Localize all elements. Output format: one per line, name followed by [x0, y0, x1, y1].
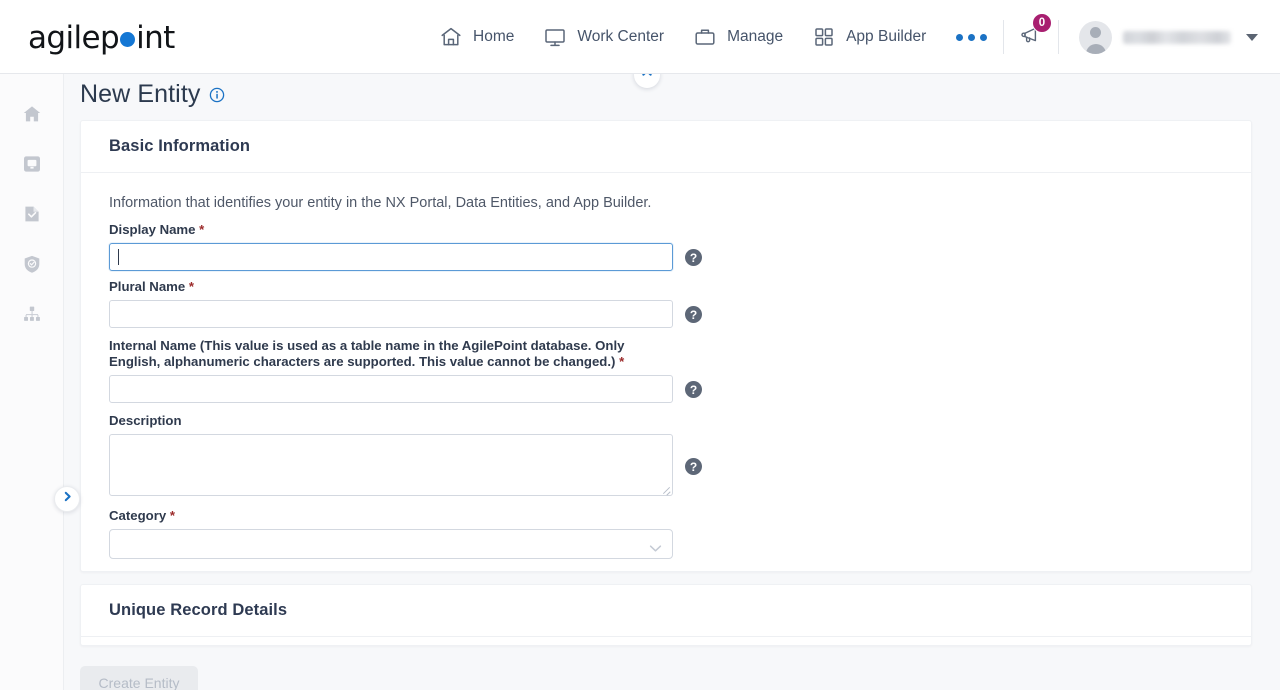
description-textarea-wrap [109, 434, 673, 496]
internal-name-required-mark: * [619, 354, 625, 369]
primary-nav: Home Work Center Manage App Builder [424, 0, 1003, 74]
document-check-icon [21, 203, 43, 225]
field-category: Category * [109, 508, 1223, 559]
category-dropdown[interactable] [109, 529, 673, 559]
announcements-button[interactable]: 0 [1004, 0, 1058, 74]
display-name-help-icon[interactable]: ? [685, 249, 702, 266]
logo-text: agilep int [28, 20, 175, 56]
unique-record-details-title: Unique Record Details [109, 601, 288, 619]
chevron-right-icon [61, 490, 74, 508]
shield-check-icon [21, 253, 43, 275]
unique-record-details-header[interactable]: Unique Record Details [81, 585, 1251, 637]
left-sidebar [0, 74, 80, 690]
nav-item-app-builder[interactable]: App Builder [797, 0, 940, 74]
home-icon [438, 24, 464, 50]
avatar [1079, 20, 1112, 54]
internal-name-label: Internal Name (This value is used as a t… [109, 338, 669, 370]
category-label: Category * [109, 508, 669, 524]
header-collapse-button[interactable] [634, 74, 660, 88]
field-internal-name: Internal Name (This value is used as a t… [109, 338, 1223, 403]
internal-name-help-icon[interactable]: ? [685, 381, 702, 398]
grid-icon [811, 24, 837, 50]
display-name-label: Display Name * [109, 222, 669, 238]
nav-item-home-label: Home [473, 28, 515, 45]
home-icon [21, 103, 43, 125]
text-cursor-icon [118, 249, 119, 265]
nav-item-manage[interactable]: Manage [678, 0, 797, 74]
field-display-name: Display Name * ? [109, 222, 1223, 271]
more-dot-1-icon [956, 33, 964, 41]
display-name-input-wrap [109, 243, 673, 271]
basic-information-card: Basic Information Information that ident… [80, 120, 1252, 572]
header-right-cluster: 0 [1003, 0, 1280, 74]
logo-text-second: int [136, 20, 175, 56]
agilepoint-logo[interactable]: agilep int [28, 18, 175, 58]
monitor-icon [21, 153, 43, 175]
display-name-label-text: Display Name [109, 222, 196, 237]
sidebar-item-home[interactable] [0, 89, 64, 139]
internal-name-input[interactable] [109, 375, 673, 403]
description-help-icon[interactable]: ? [685, 458, 702, 475]
sitemap-icon [21, 303, 43, 325]
more-dot-3-icon [980, 33, 988, 41]
nav-item-home[interactable]: Home [424, 0, 528, 74]
plural-name-help-icon[interactable]: ? [685, 306, 702, 323]
sidebar-item-org[interactable] [0, 289, 64, 339]
field-description: Description ? [109, 413, 1223, 496]
top-navigation-bar: agilep int Home Work Center Manage App B… [0, 0, 1280, 74]
logo-dot-icon [120, 32, 136, 47]
nav-item-app-builder-label: App Builder [846, 28, 927, 45]
basic-information-body: Information that identifies your entity … [81, 173, 1251, 559]
field-plural-name: Plural Name * ? [109, 279, 1223, 328]
user-menu[interactable] [1059, 0, 1280, 74]
sidebar-item-tasks[interactable] [0, 189, 64, 239]
plural-name-required-mark: * [188, 279, 195, 294]
description-label: Description [109, 413, 669, 429]
basic-information-intro: Information that identifies your entity … [109, 195, 652, 211]
nav-item-work-center-label: Work Center [577, 28, 665, 45]
plural-name-input[interactable] [109, 300, 673, 328]
plural-name-label-text: Plural Name [109, 279, 186, 294]
unique-record-details-card: Unique Record Details [80, 584, 1252, 646]
page-title: New Entity [80, 80, 225, 109]
create-entity-button[interactable]: Create Entity [80, 666, 198, 690]
announcement-badge: 0 [1032, 13, 1052, 33]
chevron-up-icon [640, 74, 654, 85]
more-dot-2-icon [968, 33, 976, 41]
plural-name-label: Plural Name * [109, 279, 669, 295]
monitor-icon [542, 24, 568, 50]
nav-more-button[interactable] [940, 0, 1003, 74]
info-icon[interactable] [209, 87, 225, 103]
briefcase-icon [692, 24, 718, 50]
sidebar-expand-button[interactable] [54, 486, 80, 512]
nav-item-work-center[interactable]: Work Center [528, 0, 678, 74]
category-required-mark: * [169, 508, 175, 523]
display-name-required-mark: * [199, 222, 205, 237]
chevron-down-icon [649, 540, 662, 558]
category-label-text: Category [109, 508, 167, 523]
page-title-text: New Entity [80, 80, 201, 108]
display-name-input[interactable] [109, 243, 673, 271]
description-label-text: Description [109, 413, 182, 428]
internal-name-label-text: Internal Name (This value is used as a t… [109, 338, 625, 369]
basic-information-title: Basic Information [109, 137, 251, 155]
main-content: New Entity Basic Information Information… [64, 74, 1280, 690]
description-textarea[interactable] [109, 434, 673, 496]
nav-item-manage-label: Manage [727, 28, 784, 45]
logo-text-first: agilep [28, 20, 120, 56]
user-name-label [1123, 30, 1231, 44]
sidebar-item-security[interactable] [0, 239, 64, 289]
chevron-down-icon [1246, 33, 1258, 41]
sidebar-item-work-center[interactable] [0, 139, 64, 189]
basic-information-header: Basic Information [81, 121, 1251, 173]
